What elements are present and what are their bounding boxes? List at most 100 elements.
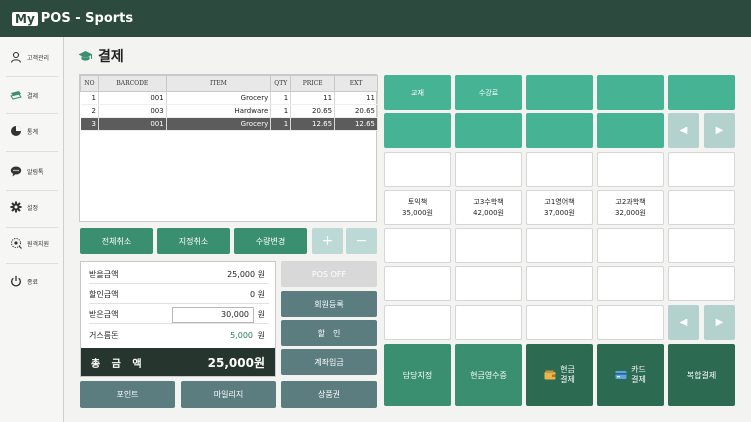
credit-card-icon <box>615 371 627 379</box>
received-amount-input[interactable]: 30,000 <box>172 307 254 323</box>
cell-ext: 20.65 <box>334 104 378 118</box>
product-name: 고3수학책 <box>473 197 504 206</box>
cancel-all-button[interactable]: 전체취소 <box>80 228 153 254</box>
discount-button[interactable]: 할 인 <box>281 320 377 346</box>
sidebar-item-alimtalk[interactable]: 알림톡 <box>0 153 64 189</box>
sidebar-item-customers[interactable]: 고객관리 <box>0 39 64 75</box>
combined-payment-button[interactable]: 복합결제 <box>668 344 735 406</box>
cell-no: 3 <box>80 117 99 131</box>
member-register-button[interactable]: 회원등록 <box>281 291 377 317</box>
plus-button[interactable]: + <box>312 228 343 254</box>
product-slot[interactable] <box>668 190 735 225</box>
total-value: 25,000원 <box>207 355 265 370</box>
cash-payment-button[interactable]: 현금 결제 <box>526 344 593 406</box>
col-header-qty: QTY <box>270 75 292 92</box>
category-empty-button[interactable] <box>668 75 735 110</box>
cash-payment-label-1: 현금 <box>560 365 575 374</box>
product-slot[interactable] <box>668 152 735 187</box>
mileage-button[interactable]: 마일리지 <box>181 381 276 408</box>
cash-receipt-button[interactable]: 현금영수증 <box>455 344 522 406</box>
category-empty-button[interactable] <box>597 113 664 148</box>
product-slot[interactable] <box>384 152 451 187</box>
graduation-cap-icon <box>78 51 93 61</box>
product-slot[interactable] <box>455 152 522 187</box>
account-deposit-button[interactable]: 계좌입금 <box>281 349 377 375</box>
product-name: 고2과학책 <box>615 197 646 206</box>
cancel-selected-button[interactable]: 지정취소 <box>157 228 230 254</box>
product-slot[interactable] <box>384 228 451 263</box>
product-pager: ◀ ▶ <box>668 305 735 340</box>
category-pager: ◀ ▶ <box>668 113 735 148</box>
category-empty-button[interactable] <box>526 113 593 148</box>
table-row[interactable]: 1 001 Grocery 1 11 11 <box>80 91 378 105</box>
sidebar-item-remote-support[interactable]: 원격지원 <box>0 225 64 261</box>
sidebar-item-payment[interactable]: 결제 <box>0 77 64 113</box>
wallet-icon <box>544 370 556 380</box>
gear-icon <box>10 201 22 213</box>
category-empty-button[interactable] <box>526 75 593 110</box>
product-price: 37,000원 <box>544 208 575 217</box>
gift-card-button[interactable]: 상품권 <box>281 381 377 408</box>
category-empty-button[interactable] <box>455 113 522 148</box>
card-payment-button[interactable]: 카드 결제 <box>597 344 664 406</box>
product-slot[interactable] <box>597 266 664 301</box>
triangle-right-icon: ▶ <box>715 125 724 136</box>
product-slot[interactable] <box>668 266 735 301</box>
col-header-no: NO <box>80 75 99 92</box>
product-slot[interactable] <box>526 228 593 263</box>
table-row-selected[interactable]: 3 001 Grocery 1 12.65 12.65 <box>80 117 378 131</box>
product-button[interactable]: 고3수학책 42,000원 <box>455 190 522 225</box>
pos-off-button[interactable]: POS OFF <box>281 261 377 287</box>
product-slot[interactable] <box>526 266 593 301</box>
sidebar-item-settings[interactable]: 설정 <box>0 189 64 225</box>
chat-icon <box>10 166 22 177</box>
items-table-panel: NO BARCODE ITEM QTY PRICE EXT 1 001 Groc… <box>79 74 378 222</box>
col-header-barcode: BARCODE <box>97 75 167 92</box>
product-button[interactable]: 고2과학책 32,000원 <box>597 190 664 225</box>
category-next-button[interactable]: ▶ <box>704 113 735 148</box>
category-empty-button[interactable] <box>597 75 664 110</box>
product-slot[interactable] <box>597 228 664 263</box>
product-slot[interactable] <box>526 305 593 340</box>
triangle-left-icon: ◀ <box>679 317 688 328</box>
product-slot[interactable] <box>597 305 664 340</box>
product-slot[interactable] <box>455 266 522 301</box>
product-prev-button[interactable]: ◀ <box>668 305 699 340</box>
change-row: 거스름돈 5,000 원 <box>89 326 269 344</box>
power-icon <box>11 275 21 287</box>
point-button[interactable]: 포인트 <box>80 381 175 408</box>
category-tuition-button[interactable]: 수강료 <box>455 75 522 110</box>
page-title: 결제 <box>78 46 124 66</box>
product-next-button[interactable]: ▶ <box>704 305 735 340</box>
receivable-value: 25,000 원 <box>227 270 265 279</box>
remote-icon <box>11 238 22 249</box>
change-quantity-button[interactable]: 수량변경 <box>234 228 307 254</box>
category-empty-button[interactable] <box>384 113 451 148</box>
product-slot[interactable] <box>597 152 664 187</box>
discount-row: 할인금액 0 원 <box>89 286 269 304</box>
product-slot[interactable] <box>384 305 451 340</box>
sidebar-item-stats[interactable]: 통계 <box>0 113 64 149</box>
sidebar-item-exit[interactable]: 종료 <box>0 263 64 299</box>
product-slot[interactable] <box>668 228 735 263</box>
table-row[interactable]: 2 003 Hardware 1 20.65 20.65 <box>80 104 378 118</box>
product-button[interactable]: 토익책 35,000원 <box>384 190 451 225</box>
card-payment-label-2: 결제 <box>631 375 646 384</box>
cell-price: 11 <box>290 91 336 105</box>
category-prev-button[interactable]: ◀ <box>668 113 699 148</box>
minus-button[interactable]: − <box>346 228 377 254</box>
product-slot[interactable] <box>455 228 522 263</box>
product-slot[interactable] <box>455 305 522 340</box>
cell-ext: 12.65 <box>334 117 378 131</box>
cell-qty: 1 <box>270 104 292 118</box>
sidebar-item-label: 고객관리 <box>27 54 50 62</box>
assign-staff-button[interactable]: 담당지정 <box>384 344 451 406</box>
category-textbook-button[interactable]: 교재 <box>384 75 451 110</box>
product-price: 32,000원 <box>615 208 646 217</box>
product-slot[interactable] <box>526 152 593 187</box>
product-slot[interactable] <box>384 266 451 301</box>
product-button[interactable]: 고1영어책 37,000원 <box>526 190 593 225</box>
discount-value: 0 원 <box>250 290 265 299</box>
sidebar-item-label: 원격지원 <box>27 240 50 248</box>
sidebar-item-label: 알림톡 <box>27 168 44 176</box>
